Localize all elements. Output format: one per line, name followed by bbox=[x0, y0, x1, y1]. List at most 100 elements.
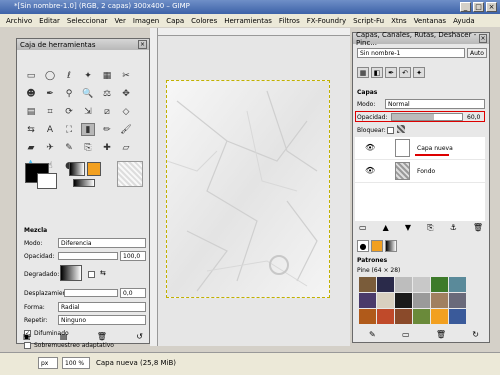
gradients-tab-icon[interactable] bbox=[385, 240, 397, 252]
bucket-fill-icon[interactable]: ⛶ bbox=[62, 123, 76, 136]
delete-options-icon[interactable]: 🗑 bbox=[97, 332, 107, 341]
pattern-swatch[interactable] bbox=[377, 309, 394, 324]
menu-ayuda[interactable]: Ayuda bbox=[453, 17, 475, 25]
eye-icon[interactable]: 👁 bbox=[365, 143, 375, 152]
shape-select[interactable]: Radial bbox=[58, 302, 146, 312]
pattern-swatch[interactable] bbox=[359, 293, 376, 308]
menu-colores[interactable]: Colores bbox=[191, 17, 217, 25]
reverse-checkbox[interactable] bbox=[88, 271, 95, 278]
pattern-swatch[interactable] bbox=[377, 293, 394, 308]
repeat-select[interactable]: Ninguno bbox=[58, 315, 146, 325]
pattern-swatch[interactable] bbox=[359, 309, 376, 324]
pattern-swatch[interactable] bbox=[395, 277, 412, 292]
pattern-swatch[interactable] bbox=[449, 309, 466, 324]
raise-layer-icon[interactable]: ▲ bbox=[383, 223, 389, 233]
anchor-layer-icon[interactable]: ⚓ bbox=[450, 223, 457, 233]
menu-archivo[interactable]: Archivo bbox=[6, 17, 32, 25]
brushes-tab-icon[interactable]: ● bbox=[357, 240, 369, 252]
layer-mode-select[interactable]: Normal bbox=[385, 99, 485, 109]
menu-xtns[interactable]: Xtns bbox=[391, 17, 407, 25]
pencil-icon[interactable]: ✏ bbox=[100, 123, 114, 136]
menu-capa[interactable]: Capa bbox=[166, 17, 184, 25]
menu-seleccionar[interactable]: Seleccionar bbox=[67, 17, 108, 25]
menu-ver[interactable]: Ver bbox=[114, 17, 125, 25]
refresh-pattern-icon[interactable]: ↻ bbox=[472, 330, 479, 339]
fuzzy-select-icon[interactable]: ✦ bbox=[81, 69, 95, 82]
gradient-selector[interactable] bbox=[60, 265, 82, 281]
menu-filtros[interactable]: Filtros bbox=[279, 17, 300, 25]
lock-alpha-checkbox[interactable] bbox=[387, 127, 394, 134]
supersample-checkbox[interactable] bbox=[24, 342, 31, 349]
scissors-icon[interactable]: ✂ bbox=[119, 69, 133, 82]
close-button[interactable]: × bbox=[486, 2, 497, 12]
ellipse-select-icon[interactable]: ◯ bbox=[43, 69, 57, 82]
layer-opacity-value[interactable]: 60,0 bbox=[467, 114, 480, 121]
pattern-swatch[interactable] bbox=[395, 293, 412, 308]
pattern-swatch[interactable] bbox=[431, 309, 448, 324]
supersample-option[interactable]: Sobremuestreo adaptativo bbox=[24, 342, 114, 349]
pattern-preview[interactable] bbox=[87, 162, 101, 176]
layer-name[interactable]: Fondo bbox=[417, 168, 435, 175]
perspective-clone-icon[interactable]: ▱ bbox=[119, 141, 133, 154]
heal-icon[interactable]: ✚ bbox=[100, 141, 114, 154]
mode-select[interactable]: Diferencia bbox=[58, 238, 146, 248]
auto-button[interactable]: Auto bbox=[467, 48, 487, 58]
layer-name[interactable]: Capa nueva bbox=[417, 145, 453, 152]
duplicate-layer-icon[interactable]: ⎘ bbox=[427, 223, 433, 233]
tab-paths-icon[interactable]: ✒ bbox=[385, 67, 397, 78]
rect-select-icon[interactable]: ▭ bbox=[24, 69, 38, 82]
new-pattern-icon[interactable]: ▭ bbox=[402, 330, 410, 339]
scale-icon[interactable]: ⇲ bbox=[81, 105, 95, 118]
brush-preview[interactable] bbox=[69, 162, 85, 176]
pattern-swatch[interactable] bbox=[431, 293, 448, 308]
pattern-swatch[interactable] bbox=[449, 293, 466, 308]
pattern-swatch[interactable] bbox=[431, 277, 448, 292]
gradient-preview[interactable] bbox=[73, 179, 95, 187]
eraser-icon[interactable]: ▰ bbox=[24, 141, 38, 154]
eye-icon[interactable]: 👁 bbox=[365, 166, 375, 175]
paths-icon[interactable]: ✒ bbox=[43, 87, 57, 100]
offset-slider[interactable] bbox=[64, 289, 118, 297]
horizontal-ruler[interactable] bbox=[150, 28, 350, 36]
minimize-button[interactable]: _ bbox=[460, 2, 471, 12]
menu-herramientas[interactable]: Herramientas bbox=[224, 17, 272, 25]
pattern-swatch[interactable] bbox=[413, 277, 430, 292]
menu-script-fu[interactable]: Script-Fu bbox=[353, 17, 384, 25]
tab-undo-icon[interactable]: ↶ bbox=[399, 67, 411, 78]
new-layer-icon[interactable]: ▭ bbox=[359, 223, 367, 233]
paintbrush-icon[interactable]: 🖌 bbox=[119, 123, 133, 136]
image-canvas[interactable] bbox=[166, 80, 330, 298]
pattern-swatch[interactable] bbox=[413, 293, 430, 308]
flip-icon[interactable]: ⇆ bbox=[24, 123, 38, 136]
save-options-icon[interactable]: ▣ bbox=[23, 332, 31, 341]
crop-icon[interactable]: ⌗ bbox=[43, 105, 57, 118]
free-select-icon[interactable]: ℓ bbox=[62, 69, 76, 82]
measure-icon[interactable]: ⚖ bbox=[100, 87, 114, 100]
pattern-swatch[interactable] bbox=[413, 309, 430, 324]
close-icon[interactable]: × bbox=[479, 34, 487, 43]
reset-options-icon[interactable]: ↺ bbox=[136, 332, 143, 341]
tab-layers-icon[interactable]: ▦ bbox=[357, 67, 369, 78]
foreground-select-icon[interactable]: ☻ bbox=[24, 87, 38, 100]
tab-brushes-icon[interactable]: ✦ bbox=[413, 67, 425, 78]
opacity-field[interactable]: 100,0 bbox=[120, 251, 146, 261]
close-icon[interactable]: × bbox=[138, 40, 147, 49]
image-select[interactable]: Sin nombre-1 bbox=[357, 48, 465, 58]
color-picker-icon[interactable]: ⚲ bbox=[62, 87, 76, 100]
text-icon[interactable]: A bbox=[43, 123, 57, 136]
align-icon[interactable]: ▤ bbox=[24, 105, 38, 118]
zoom-icon[interactable]: 🔍 bbox=[81, 87, 95, 100]
unit-select[interactable]: px bbox=[38, 357, 58, 369]
pattern-swatch[interactable] bbox=[395, 309, 412, 324]
move-icon[interactable]: ✥ bbox=[119, 87, 133, 100]
restore-options-icon[interactable]: ▤ bbox=[60, 332, 68, 341]
opacity-slider[interactable] bbox=[58, 252, 118, 260]
active-image-thumbnail[interactable] bbox=[117, 161, 143, 187]
patterns-tab-icon[interactable] bbox=[371, 240, 383, 252]
pattern-swatch[interactable] bbox=[449, 277, 466, 292]
pattern-swatch[interactable] bbox=[359, 277, 376, 292]
lower-layer-icon[interactable]: ▼ bbox=[405, 223, 411, 233]
pattern-swatch[interactable] bbox=[377, 277, 394, 292]
layer-row[interactable]: 👁 Fondo bbox=[355, 160, 485, 182]
blend-icon[interactable]: ▮ bbox=[81, 123, 95, 136]
